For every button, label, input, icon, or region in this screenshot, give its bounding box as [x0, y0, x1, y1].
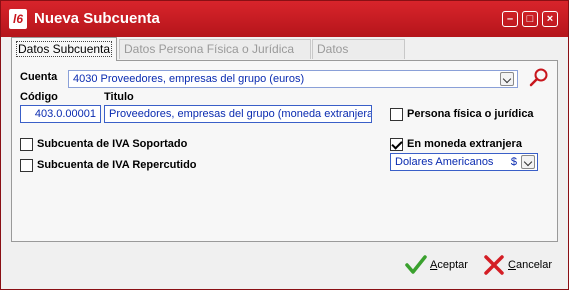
codigo-input[interactable]: 403.0.00001	[20, 105, 101, 123]
cuenta-dropdown-button[interactable]	[500, 72, 514, 86]
maximize-icon: □	[526, 13, 534, 25]
tab-datos-subcuenta[interactable]: Datos Subcuenta	[11, 37, 118, 61]
moneda-extranjera-checkbox[interactable]	[390, 138, 403, 151]
minimize-button[interactable]: –	[502, 11, 518, 27]
close-button[interactable]: ×	[542, 11, 558, 27]
moneda-extranjera-label: En moneda extranjera	[407, 138, 522, 150]
close-icon: ×	[546, 13, 554, 25]
cuenta-select[interactable]: 4030 Proveedores, empresas del grupo (eu…	[68, 70, 518, 88]
iva-repercutido-checkbox[interactable]	[20, 159, 33, 172]
checkmark-icon	[405, 255, 427, 274]
iva-soportado-checkbox[interactable]	[20, 138, 33, 151]
dialog-window: l6 Nueva Subcuenta – □ × Datos Subcuenta…	[0, 0, 569, 290]
window-title: Nueva Subcuenta	[34, 10, 160, 27]
cuenta-label: Cuenta	[20, 71, 58, 83]
titulo-label: Titulo	[104, 91, 134, 103]
codigo-label: Código	[20, 91, 58, 103]
aceptar-button[interactable]: Aceptar	[405, 252, 468, 278]
iva-repercutido-label: Subcuenta de IVA Repercutido	[37, 159, 197, 171]
iva-soportado-label: Subcuenta de IVA Soportado	[37, 138, 188, 150]
app-logo-icon: l6	[9, 9, 27, 29]
search-icon[interactable]	[528, 67, 550, 89]
moneda-select[interactable]: Dolares Americanos $	[390, 153, 538, 171]
persona-checkbox[interactable]	[390, 108, 403, 121]
cross-icon	[484, 255, 504, 275]
moneda-dropdown-button[interactable]	[521, 155, 535, 169]
title-bar[interactable]: l6 Nueva Subcuenta – □ ×	[1, 1, 568, 37]
cancelar-button[interactable]: Cancelar	[483, 252, 552, 278]
tab-datos-persona[interactable]: Datos Persona Física o Jurídica	[119, 39, 311, 59]
maximize-button[interactable]: □	[522, 11, 538, 27]
persona-label: Persona física o jurídica	[407, 108, 534, 120]
titulo-input[interactable]: Proveedores, empresas del grupo (moneda …	[104, 105, 372, 123]
tab-datos-bancarios[interactable]: Datos Bancarios	[312, 39, 405, 74]
minimize-icon: –	[506, 13, 514, 25]
moneda-symbol: $	[510, 156, 517, 168]
cuenta-value: 4030 Proveedores, empresas del grupo (eu…	[73, 73, 305, 85]
tab-panel: Cuenta 4030 Proveedores, empresas del gr…	[11, 60, 558, 242]
